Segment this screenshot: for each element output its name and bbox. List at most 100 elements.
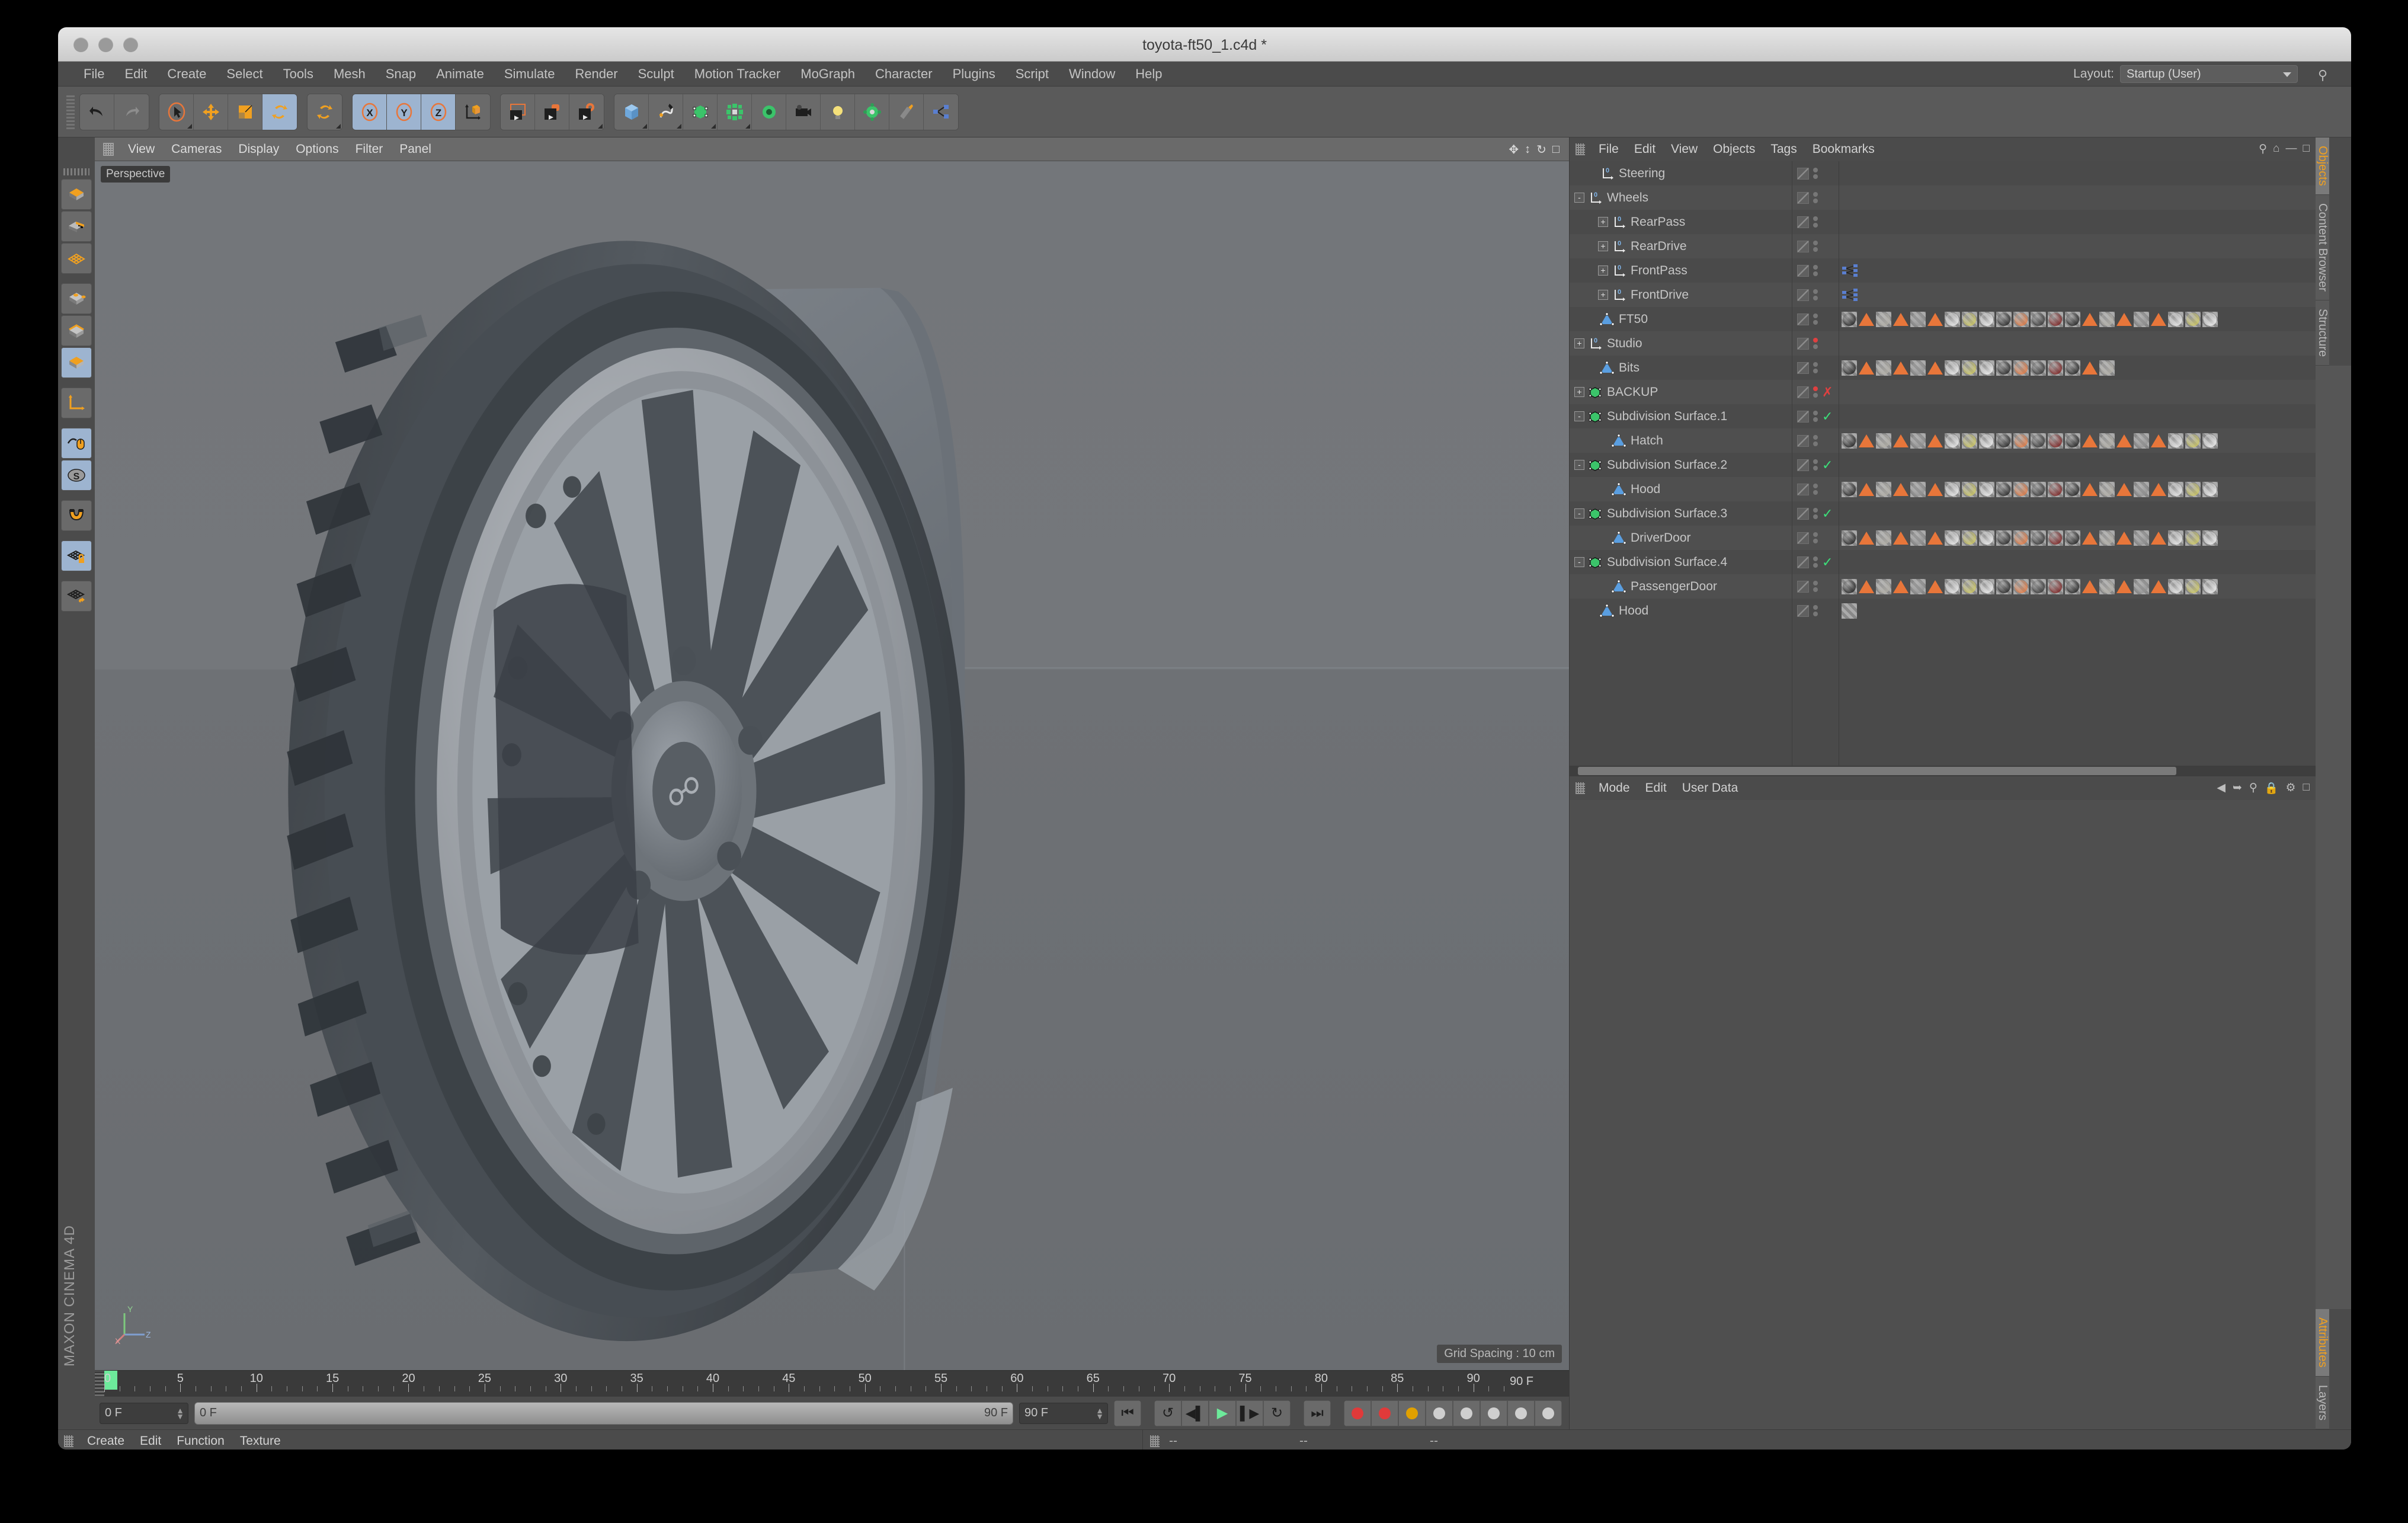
zoom-icon[interactable]: ↕ [1525, 143, 1530, 156]
material-tag-icon[interactable] [2134, 481, 2149, 497]
selection-tag-icon[interactable] [2151, 580, 2166, 593]
left-toolbar-grip[interactable] [63, 168, 89, 175]
pin-icon[interactable]: ➥ [2233, 781, 2242, 795]
material-tag-icon[interactable] [1996, 311, 2012, 327]
object-tags-cell[interactable] [1839, 283, 2316, 307]
material-tag-icon[interactable] [2031, 433, 2046, 449]
material-tag-icon[interactable] [2099, 481, 2115, 497]
object-tree-visibility[interactable]: ✗ ✓ ✓ ✓ ✓ [1792, 161, 1839, 766]
material-tag-icon[interactable] [1962, 360, 1977, 376]
material-tag-icon[interactable] [2031, 311, 2046, 327]
tree-expand-toggle[interactable]: + [1598, 290, 1608, 300]
object-row[interactable]: +0 FrontDrive [1570, 283, 1792, 307]
timeline-ruler[interactable]: 0 5 10 15 20 25 30 35 40 45 50 55 60 65 70 75 80 85 90 [104, 1371, 1504, 1396]
material-tag-icon[interactable] [1962, 578, 1977, 594]
material-tag-icon[interactable] [2168, 311, 2183, 327]
side-tab-content-browser[interactable]: Content Browser [2316, 194, 2329, 300]
material-tag-icon[interactable] [2065, 530, 2080, 546]
editor-render-dots[interactable] [1813, 556, 1818, 568]
object-tags-cell[interactable] [1839, 501, 2316, 526]
material-tag-icon[interactable] [1876, 481, 1891, 497]
object-tags-cell[interactable] [1839, 574, 2316, 599]
render-visibility-dot[interactable] [1813, 441, 1818, 446]
visibility-toggle-icon[interactable] [1797, 337, 1809, 350]
menu-plugins[interactable]: Plugins [943, 62, 1006, 87]
selection-tag-icon[interactable] [2151, 434, 2166, 447]
editor-render-dots[interactable] [1813, 508, 1818, 519]
editor-visibility-dot[interactable] [1813, 216, 1818, 221]
render-visibility-dot[interactable] [1813, 563, 1818, 568]
layout-dropdown[interactable]: Startup (User) [2120, 65, 2298, 83]
object-tags-cell[interactable] [1839, 356, 2316, 380]
selection-tag-icon[interactable] [1893, 312, 1909, 326]
object-visibility-cell[interactable] [1792, 307, 1839, 331]
editor-render-dots[interactable] [1813, 265, 1818, 276]
menu-edit[interactable]: Edit [114, 62, 157, 87]
material-tag-icon[interactable] [1979, 311, 1994, 327]
selection-tag-icon[interactable] [1859, 434, 1874, 447]
object-tree-tags[interactable] [1839, 161, 2316, 766]
material-tag-icon[interactable] [1996, 530, 2012, 546]
viewport-solo-icon[interactable] [61, 428, 92, 459]
menu-tools[interactable]: Tools [273, 62, 324, 87]
object-menu-tags[interactable]: Tags [1763, 142, 1804, 156]
search-icon[interactable]: ⚲ [2249, 781, 2258, 795]
axis-x-icon[interactable]: X [353, 94, 387, 130]
material-tag-icon[interactable] [1910, 311, 1926, 327]
object-tags-cell[interactable] [1839, 404, 2316, 428]
material-tag-icon[interactable] [2099, 578, 2115, 594]
material-tag-icon[interactable] [2031, 578, 2046, 594]
object-row[interactable]: FT50 [1570, 307, 1792, 331]
workplane-lock-icon[interactable] [61, 540, 92, 571]
cube-primitive-icon[interactable] [614, 94, 649, 130]
selection-tag-icon[interactable] [1927, 580, 1943, 593]
material-tag-icon[interactable] [1996, 481, 2012, 497]
material-tag-icon[interactable] [2065, 578, 2080, 594]
lock-icon[interactable]: 🔒 [2265, 781, 2279, 795]
visibility-toggle-icon[interactable] [1797, 410, 1809, 423]
selection-tag-icon[interactable] [1859, 361, 1874, 375]
material-tag-icon[interactable] [2013, 311, 2029, 327]
editor-render-dots[interactable] [1813, 484, 1818, 495]
toolbar-grip[interactable] [66, 94, 75, 129]
material-tag-icon[interactable] [1945, 433, 1960, 449]
selection-tag-icon[interactable] [1893, 434, 1909, 447]
render-visibility-dot[interactable] [1813, 587, 1818, 592]
render-visibility-dot[interactable] [1813, 539, 1818, 543]
material-tag-icon[interactable] [1962, 530, 1977, 546]
material-tag-icon[interactable] [2168, 578, 2183, 594]
selection-tag-icon[interactable] [1893, 580, 1909, 593]
menu-help[interactable]: Help [1125, 62, 1172, 87]
array-icon[interactable] [718, 94, 752, 130]
material-tag-icon[interactable] [1842, 433, 1857, 449]
object-row[interactable]: +0 RearPass [1570, 210, 1792, 234]
current-frame-field[interactable]: 0 F ▲ ▼ [100, 1402, 188, 1424]
material-tag-icon[interactable] [2099, 433, 2115, 449]
tree-expand-toggle[interactable]: - [1574, 508, 1584, 519]
object-row[interactable]: - Subdivision Surface.2 [1570, 453, 1792, 477]
object-visibility-cell[interactable] [1792, 574, 1839, 599]
param-key-icon[interactable] [1507, 1400, 1535, 1426]
selection-tag-icon[interactable] [2151, 312, 2166, 326]
editor-render-dots[interactable] [1813, 386, 1818, 398]
material-tag-icon[interactable] [1910, 360, 1926, 376]
object-tags-cell[interactable] [1839, 331, 2316, 356]
rotate-icon[interactable] [262, 94, 297, 130]
object-menu-objects[interactable]: Objects [1705, 142, 1763, 156]
material-tag-icon[interactable] [2065, 311, 2080, 327]
object-visibility-cell[interactable]: ✓ [1792, 550, 1839, 574]
material-tag-icon[interactable] [1842, 530, 1857, 546]
autokey-icon[interactable] [1371, 1400, 1398, 1426]
material-tag-icon[interactable] [1876, 360, 1891, 376]
material-tag-icon[interactable] [2185, 481, 2201, 497]
editor-render-dots[interactable] [1813, 168, 1818, 179]
tree-expand-toggle[interactable]: - [1574, 557, 1584, 567]
disabled-cross-icon[interactable]: ✗ [1822, 385, 1833, 398]
editor-visibility-dot[interactable] [1813, 265, 1818, 270]
render-visibility-dot[interactable] [1813, 223, 1818, 228]
object-visibility-cell[interactable]: ✗ [1792, 380, 1839, 404]
object-visibility-cell[interactable] [1792, 185, 1839, 210]
selection-tag-icon[interactable] [2151, 531, 2166, 545]
enabled-check-icon[interactable]: ✓ [1822, 458, 1833, 471]
editor-render-dots[interactable] [1813, 313, 1818, 325]
